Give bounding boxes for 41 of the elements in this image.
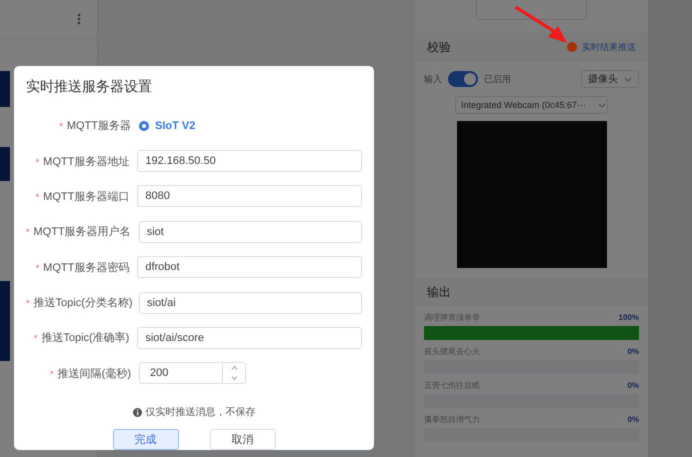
- camera-select[interactable]: Integrated Webcam (0c45:67···: [455, 96, 608, 114]
- note-text: 仅实时推送消息，不保存: [146, 406, 256, 419]
- toggle-label: 已启用: [484, 72, 511, 86]
- field-label: 推送间隔(毫秒): [58, 368, 131, 380]
- input-label: 输入: [424, 72, 442, 86]
- section-title: 输出: [427, 284, 451, 300]
- source-select[interactable]: 摄像头: [581, 70, 639, 88]
- required-mark: *: [36, 156, 40, 167]
- field-label: MQTT服务器端口: [43, 190, 130, 203]
- class-percent: 0%: [627, 381, 639, 390]
- required-mark: *: [50, 368, 54, 379]
- input-field[interactable]: dfrobot: [137, 256, 362, 278]
- input-field[interactable]: siot/ai: [139, 292, 362, 314]
- dialog-title: 实时推送服务器设置: [26, 78, 153, 96]
- required-mark: *: [36, 262, 40, 273]
- field-label: MQTT服务器用户名: [34, 226, 131, 238]
- field-label: 推送Topic(准确率): [41, 332, 130, 344]
- required-mark: *: [59, 121, 63, 132]
- class-label: 调理脾胃须单举: [424, 312, 480, 323]
- section-title: 校验: [427, 38, 452, 56]
- input-field[interactable]: 192.168.50.50: [137, 150, 362, 172]
- required-mark: *: [26, 227, 30, 238]
- required-mark: *: [34, 333, 38, 344]
- input-field[interactable]: 8080: [137, 185, 362, 208]
- required-mark: *: [26, 298, 30, 308]
- field-label: MQTT服务器密码: [43, 262, 130, 274]
- confirm-button[interactable]: 完成: [112, 429, 178, 450]
- number-field[interactable]: 200: [139, 362, 223, 384]
- class-percent: 100%: [618, 313, 639, 322]
- radio-option[interactable]: SIoT V2: [139, 120, 196, 132]
- required-mark: *: [36, 192, 40, 202]
- cancel-button[interactable]: 取消: [210, 429, 276, 450]
- field-label: MQTT服务器: [66, 120, 131, 132]
- class-label: 摇头摆尾去心火: [424, 346, 480, 357]
- class-percent: 0%: [627, 415, 639, 424]
- input-field[interactable]: siot: [138, 220, 362, 243]
- class-label: 五劳七伤往后瞧: [424, 380, 480, 391]
- class-percent: 0%: [627, 347, 639, 356]
- input-field[interactable]: siot/ai/score: [137, 326, 362, 349]
- field-label: 推送Topic(分类名称): [34, 297, 133, 310]
- field-label: MQTT服务器地址: [43, 156, 130, 168]
